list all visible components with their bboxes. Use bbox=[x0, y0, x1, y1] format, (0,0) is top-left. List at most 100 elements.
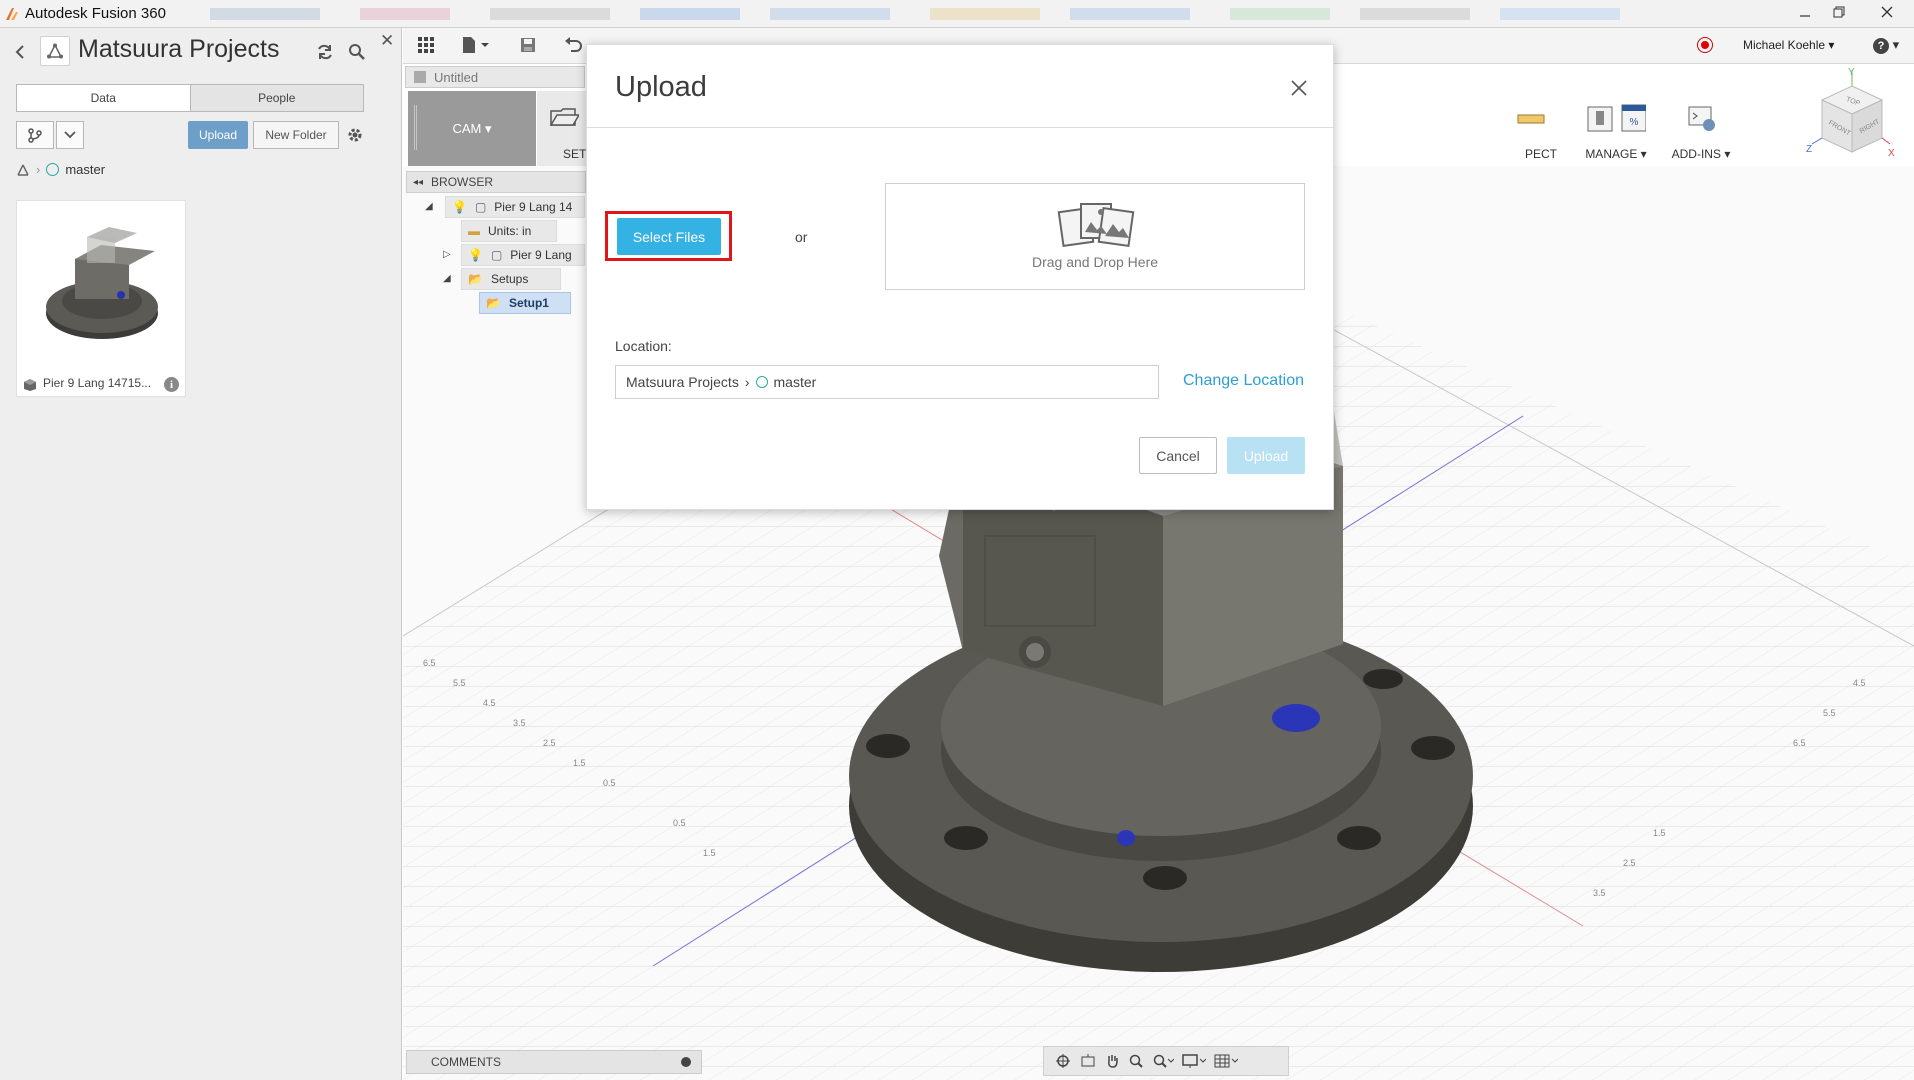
browser-title: BROWSER bbox=[431, 175, 494, 189]
breadcrumb-folder[interactable]: master bbox=[65, 162, 105, 177]
tree-row-component[interactable]: 💡 ▢ Pier 9 Lang bbox=[461, 244, 585, 266]
units-icon: ▬ bbox=[468, 224, 480, 238]
fit-icon[interactable] bbox=[1152, 1053, 1174, 1069]
window-title-bar: Autodesk Fusion 360 bbox=[0, 0, 1914, 28]
project-title: Matsuura Projects bbox=[78, 35, 280, 63]
hub-crumb-icon[interactable] bbox=[16, 164, 30, 176]
comments-label: COMMENTS bbox=[431, 1055, 501, 1069]
tool-library-icon: % bbox=[1586, 103, 1646, 133]
search-icon[interactable] bbox=[348, 43, 366, 61]
svg-text:1.5: 1.5 bbox=[573, 758, 586, 768]
tree-label: Pier 9 Lang bbox=[510, 248, 572, 262]
info-icon[interactable]: i bbox=[164, 377, 179, 392]
collapsed-triangle-icon[interactable]: ▷ bbox=[443, 249, 451, 260]
help-menu[interactable]: ? ▾ bbox=[1873, 37, 1899, 54]
refresh-icon[interactable] bbox=[316, 43, 334, 61]
pan-icon[interactable] bbox=[1104, 1053, 1120, 1069]
add-ins-label-text: ADD-INS bbox=[1671, 147, 1721, 161]
file-name: Pier 9 Lang 14715... bbox=[43, 376, 152, 390]
data-panel: Matsuura Projects ✕ Data People Upload N… bbox=[0, 28, 402, 1080]
upload-dialog: Upload Select Files or Drag and Drop Her… bbox=[586, 44, 1335, 510]
dialog-title: Upload bbox=[615, 71, 707, 103]
svg-text:6.5: 6.5 bbox=[423, 658, 436, 668]
chevron-down-icon[interactable] bbox=[56, 121, 84, 149]
save-icon[interactable] bbox=[519, 36, 537, 54]
scripts-icon bbox=[1687, 103, 1717, 133]
collapse-icon[interactable]: ◂◂ bbox=[413, 177, 423, 188]
tree-row-document[interactable]: 💡 ▢ Pier 9 Lang 14 bbox=[445, 196, 585, 218]
change-location-link[interactable]: Change Location bbox=[1183, 372, 1304, 390]
restore-icon[interactable] bbox=[1822, 0, 1856, 24]
document-icon: ▢ bbox=[474, 200, 487, 214]
add-ins-group[interactable]: ADD-INS ▾ bbox=[1661, 91, 1741, 166]
close-icon[interactable] bbox=[1289, 78, 1309, 98]
folder-icon: 📂 bbox=[468, 272, 483, 286]
browser-header[interactable]: ◂◂ BROWSER bbox=[406, 171, 586, 193]
drop-zone[interactable]: Drag and Drop Here bbox=[885, 183, 1305, 290]
close-window-icon[interactable] bbox=[1870, 0, 1904, 24]
or-label: or bbox=[795, 229, 808, 245]
tree-row-setups[interactable]: 📂 Setups bbox=[461, 268, 561, 290]
help-icon: ? bbox=[1873, 38, 1889, 54]
new-folder-button[interactable]: New Folder bbox=[253, 121, 339, 149]
svg-text:1.5: 1.5 bbox=[703, 848, 716, 858]
back-arrow-icon[interactable] bbox=[14, 44, 26, 60]
location-field: Matsuura Projects › master bbox=[615, 365, 1159, 399]
zoom-icon[interactable] bbox=[1128, 1053, 1144, 1069]
location-project: Matsuura Projects bbox=[626, 374, 739, 390]
document-tab[interactable]: Untitled bbox=[405, 66, 585, 88]
svg-text:5.5: 5.5 bbox=[453, 678, 466, 688]
gear-icon[interactable] bbox=[346, 126, 364, 144]
breadcrumb: › master bbox=[16, 162, 105, 177]
tree-row-setup1[interactable]: 📂 Setup1 bbox=[479, 292, 571, 314]
upload-submit-button[interactable]: Upload bbox=[1227, 437, 1305, 474]
folder-ring-icon bbox=[755, 376, 768, 388]
view-cube[interactable]: Y TOP FRONT RIGHT Z X bbox=[1806, 66, 1896, 176]
axis-z-label: Z bbox=[1806, 144, 1812, 155]
file-card[interactable]: Pier 9 Lang 14715... i bbox=[16, 200, 186, 397]
lightbulb-icon[interactable]: 💡 bbox=[452, 200, 467, 214]
hub-icon[interactable] bbox=[40, 36, 70, 66]
minimize-icon[interactable] bbox=[1788, 0, 1822, 24]
dialog-divider bbox=[587, 127, 1335, 128]
undo-icon[interactable] bbox=[563, 36, 583, 54]
add-comment-icon[interactable] bbox=[681, 1057, 691, 1067]
manage-group[interactable]: % MANAGE ▾ bbox=[1576, 91, 1656, 166]
navigation-bar bbox=[1043, 1046, 1289, 1076]
orbit-icon[interactable] bbox=[1054, 1053, 1072, 1069]
expand-triangle-icon[interactable]: ◢ bbox=[425, 201, 433, 212]
tab-people[interactable]: People bbox=[189, 85, 364, 111]
workspace-label: CAM bbox=[452, 121, 482, 136]
expand-triangle-icon[interactable]: ◢ bbox=[443, 273, 451, 284]
lightbulb-icon[interactable]: 💡 bbox=[468, 248, 483, 262]
location-folder: master bbox=[773, 374, 817, 390]
file-menu-icon[interactable] bbox=[461, 36, 491, 54]
user-menu[interactable]: Michael Koehle ▾ bbox=[1743, 38, 1834, 52]
comments-panel[interactable]: COMMENTS bbox=[406, 1050, 702, 1074]
display-settings-icon[interactable] bbox=[1182, 1053, 1206, 1069]
tree-label: Setup1 bbox=[508, 296, 549, 310]
inspect-group[interactable]: PECT bbox=[1511, 91, 1571, 166]
select-files-button[interactable]: Select Files bbox=[617, 218, 721, 255]
app-grid-icon[interactable] bbox=[417, 36, 435, 54]
axis-y-label: Y bbox=[1848, 67, 1855, 78]
setup-group[interactable]: SET bbox=[537, 91, 589, 166]
svg-text:%: % bbox=[1630, 117, 1639, 128]
look-at-icon[interactable] bbox=[1080, 1054, 1096, 1068]
axis-x-label: X bbox=[1888, 148, 1895, 159]
workspace-switcher[interactable]: CAM ▾ bbox=[408, 91, 536, 166]
svg-text:3.5: 3.5 bbox=[1593, 888, 1606, 898]
cancel-button[interactable]: Cancel bbox=[1139, 437, 1217, 474]
tab-data[interactable]: Data bbox=[17, 85, 190, 111]
upload-button[interactable]: Upload bbox=[188, 121, 248, 149]
user-name: Michael Koehle bbox=[1743, 38, 1826, 52]
record-icon[interactable] bbox=[1697, 37, 1713, 53]
grid-settings-icon[interactable] bbox=[1214, 1053, 1238, 1069]
tree-row-units[interactable]: ▬ Units: in bbox=[461, 220, 557, 242]
tree-label: Units: in bbox=[488, 224, 532, 238]
design-file-icon bbox=[23, 378, 37, 392]
component-icon: ▢ bbox=[490, 248, 503, 262]
chevron-right-icon: › bbox=[744, 374, 750, 390]
close-panel-icon[interactable]: ✕ bbox=[380, 31, 394, 51]
branch-icon[interactable] bbox=[16, 121, 54, 149]
